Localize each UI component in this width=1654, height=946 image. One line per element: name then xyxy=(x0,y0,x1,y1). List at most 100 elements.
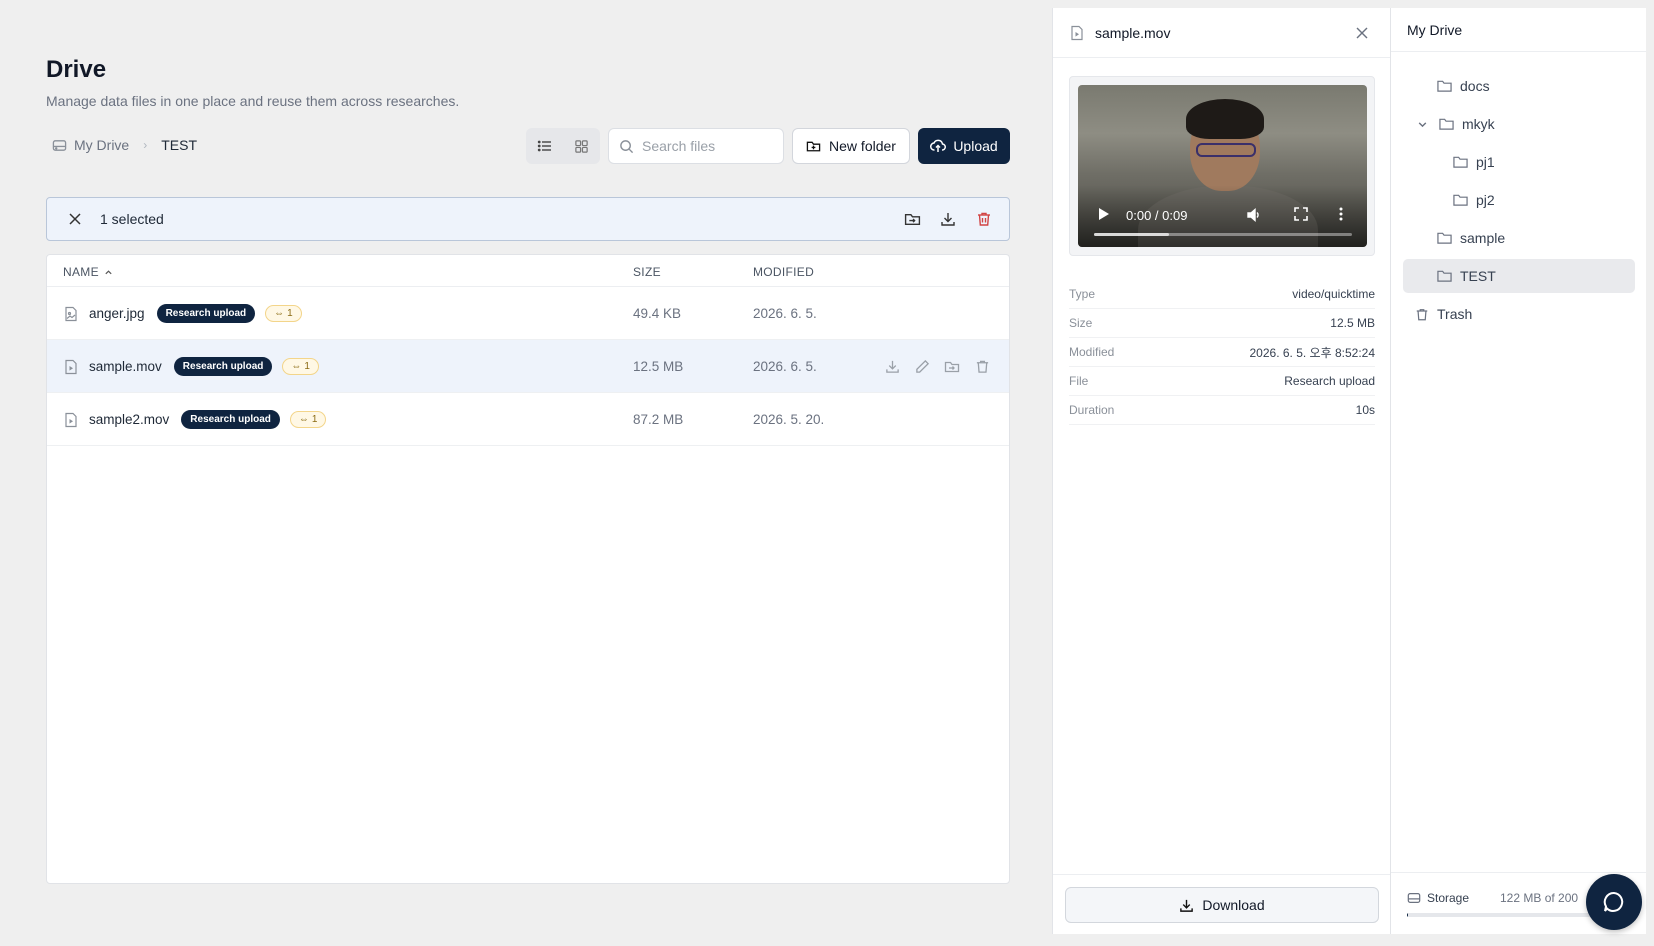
upload-label: Upload xyxy=(953,138,998,154)
new-folder-label: New folder xyxy=(829,138,896,154)
file-properties: Type video/quicktime Size 12.5 MB Modified 20… xyxy=(1069,280,1375,425)
file-modified: 2026. 6. 5. xyxy=(753,306,817,321)
download-icon xyxy=(1179,898,1194,913)
upload-button[interactable]: Upload xyxy=(918,128,1010,164)
more-options-icon[interactable] xyxy=(1339,207,1343,226)
main-area: Drive Manage data files in one place and… xyxy=(0,0,1050,946)
clear-selection-icon[interactable] xyxy=(64,208,86,230)
file-size: 49.4 KB xyxy=(633,306,682,321)
search-box xyxy=(608,128,784,164)
row-download-icon[interactable] xyxy=(883,356,901,378)
list-view-icon[interactable] xyxy=(529,131,561,161)
folder-icon xyxy=(1437,269,1452,283)
column-name-header[interactable]: NAME xyxy=(63,265,113,279)
column-name-label: NAME xyxy=(63,265,99,279)
video-player[interactable]: 0:00 / 0:09 xyxy=(1078,85,1367,247)
property-value: 10s xyxy=(1355,403,1375,417)
detail-header: sample.mov xyxy=(1053,8,1390,58)
chat-bubble-icon xyxy=(1602,890,1626,914)
property-row: Modified 2026. 6. 5. 오후 8:52:24 xyxy=(1069,338,1375,367)
storage-icon xyxy=(1407,891,1421,905)
research-upload-tag: Research upload xyxy=(156,304,256,323)
tree-title: My Drive xyxy=(1391,8,1646,52)
rename-pencil-icon[interactable] xyxy=(913,356,931,378)
link-icon: ⇔ xyxy=(298,414,309,425)
tree-item-sample[interactable]: sample xyxy=(1437,221,1505,255)
download-label: Download xyxy=(1202,897,1265,913)
volume-icon[interactable] xyxy=(1246,207,1262,228)
grid-view-icon[interactable] xyxy=(566,131,598,161)
new-folder-button[interactable]: New folder xyxy=(792,128,910,164)
row-trash-icon[interactable] xyxy=(973,356,991,378)
link-icon: ⇔ xyxy=(274,308,285,319)
tree-item-trash[interactable]: Trash xyxy=(1415,297,1472,331)
tree-item-label: Trash xyxy=(1437,306,1473,322)
close-icon[interactable] xyxy=(1352,23,1372,43)
file-modified: 2026. 6. 5. xyxy=(753,359,817,374)
download-icon[interactable] xyxy=(937,208,959,230)
page-subtitle: Manage data files in one place and reuse… xyxy=(46,93,460,109)
video-progress-track[interactable] xyxy=(1094,233,1352,236)
property-value: 12.5 MB xyxy=(1330,316,1375,330)
move-to-folder-icon[interactable] xyxy=(901,208,923,230)
row-actions xyxy=(883,340,991,393)
link-count: 1 xyxy=(311,414,318,425)
folder-icon xyxy=(1437,231,1452,245)
tree-item-pj1[interactable]: pj1 xyxy=(1453,145,1495,179)
breadcrumb-root[interactable]: My Drive xyxy=(52,137,129,153)
table-row[interactable]: anger.jpg Research upload ⇔ 1 49.4 KB 20… xyxy=(47,287,1009,340)
storage-value: 122 MB of 200 xyxy=(1500,891,1579,905)
table-row[interactable]: sample2.mov Research upload ⇔ 1 87.2 MB … xyxy=(47,393,1009,446)
table-header: NAME SIZE MODIFIED xyxy=(47,255,1009,287)
file-name[interactable]: sample.mov xyxy=(89,359,162,374)
file-size: 87.2 MB xyxy=(633,412,684,427)
tree-item-label: TEST xyxy=(1460,268,1496,284)
drive-icon xyxy=(52,138,67,153)
download-button[interactable]: Download xyxy=(1065,887,1379,923)
video-controls: 0:00 / 0:09 xyxy=(1078,185,1367,247)
video-time: 0:00 / 0:09 xyxy=(1126,208,1188,223)
column-size-header[interactable]: SIZE xyxy=(633,265,661,279)
selection-actions xyxy=(901,208,995,230)
property-label: Type xyxy=(1069,287,1096,301)
chat-button[interactable] xyxy=(1586,874,1642,930)
tree-item-label: docs xyxy=(1460,78,1490,94)
property-row: Duration 10s xyxy=(1069,396,1375,425)
detail-footer: Download xyxy=(1053,874,1390,934)
breadcrumb-root-label: My Drive xyxy=(74,137,130,153)
tree-item-label: mkyk xyxy=(1462,116,1495,132)
file-name[interactable]: sample2.mov xyxy=(89,412,169,427)
tree-item-label: sample xyxy=(1460,230,1506,246)
files-table: NAME SIZE MODIFIED anger.jpg Research up… xyxy=(46,254,1010,884)
detail-file-name: sample.mov xyxy=(1095,24,1171,41)
video-file-icon xyxy=(63,359,79,375)
search-input[interactable] xyxy=(642,138,772,154)
tree-item-pj2[interactable]: pj2 xyxy=(1453,183,1495,217)
column-modified-header[interactable]: MODIFIED xyxy=(753,265,814,279)
folder-icon xyxy=(1437,79,1452,93)
video-file-icon xyxy=(63,412,79,428)
property-label: Duration xyxy=(1069,403,1115,417)
fullscreen-icon[interactable] xyxy=(1294,207,1308,226)
tree-item-mkyk[interactable]: mkyk xyxy=(1417,107,1495,141)
selection-bar: 1 selected xyxy=(46,197,1010,241)
file-size: 12.5 MB xyxy=(633,359,684,374)
folder-icon xyxy=(1453,155,1468,169)
file-name[interactable]: anger.jpg xyxy=(89,306,145,321)
property-row: Type video/quicktime xyxy=(1069,280,1375,309)
chevron-down-icon[interactable] xyxy=(1417,119,1431,130)
property-value: video/quicktime xyxy=(1292,287,1375,301)
play-icon[interactable] xyxy=(1098,207,1110,226)
tree-item-test[interactable]: TEST xyxy=(1403,259,1635,293)
folder-icon xyxy=(1439,117,1454,131)
property-label: Modified xyxy=(1069,345,1115,359)
video-preview: 0:00 / 0:09 xyxy=(1069,76,1375,256)
trash-icon[interactable] xyxy=(973,208,995,230)
tree-item-label: pj1 xyxy=(1476,154,1495,170)
folder-icon xyxy=(1453,193,1468,207)
row-move-icon[interactable] xyxy=(943,356,961,378)
table-row-selected[interactable]: sample.mov Research upload ⇔ 1 12.5 MB 2… xyxy=(47,340,1009,393)
tree-item-docs[interactable]: docs xyxy=(1437,69,1490,103)
folder-tree-panel: My Drive docs mkyk pj1 pj2 sample TEST T… xyxy=(1390,8,1646,934)
page-title: Drive xyxy=(46,56,107,83)
